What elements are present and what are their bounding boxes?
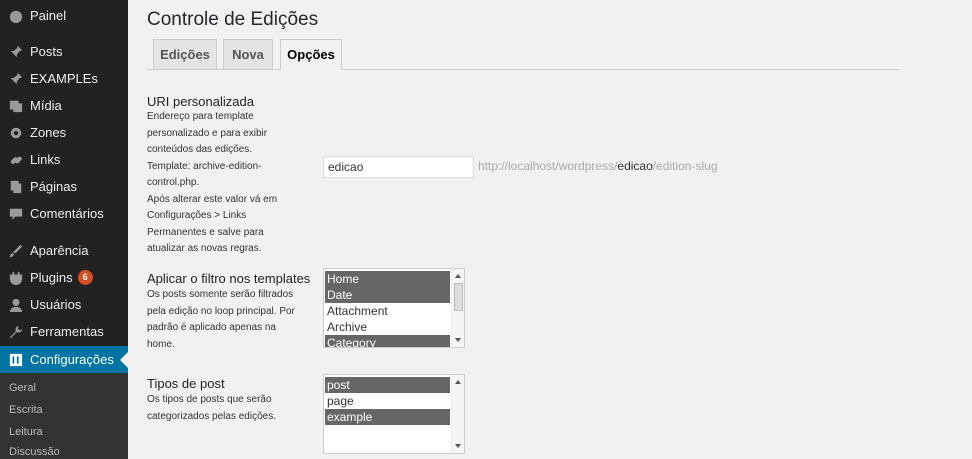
gear-icon [8, 125, 24, 141]
scroll-up-icon[interactable] [455, 274, 461, 278]
scroll-thumb[interactable] [454, 283, 463, 311]
menu-item-ferramentas[interactable]: Ferramentas [0, 318, 128, 345]
uri-preview: http://localhost/wordpress/edicao/editio… [478, 159, 718, 173]
submenu-item-leitura[interactable]: Leitura [9, 426, 43, 438]
pages-icon [8, 179, 24, 195]
scroll-up-icon[interactable] [455, 380, 461, 384]
admin-sidebar: Painel Posts EXAMPLEs Mídia Zones Links … [0, 0, 128, 459]
templates-description: Os posts somente serão filtrados pela ed… [147, 289, 295, 350]
menu-item-posts[interactable]: Posts [0, 38, 128, 65]
uri-label: URI personalizada [147, 94, 254, 109]
option-attachment[interactable]: Attachment [325, 303, 450, 319]
page-title: Controle de Edições [147, 9, 319, 30]
pin-icon [8, 44, 24, 60]
scroll-down-icon[interactable] [455, 338, 461, 342]
tab-nova[interactable]: Nova [223, 39, 273, 70]
menu-item-midia[interactable]: Mídia [0, 92, 128, 119]
option-example[interactable]: example [325, 409, 450, 425]
media-icon [8, 98, 24, 114]
option-category[interactable]: Category [325, 335, 450, 347]
templates-scrollbar[interactable] [451, 269, 464, 347]
submenu-item-escrita[interactable]: Escrita [9, 404, 43, 416]
scroll-down-icon[interactable] [455, 444, 461, 448]
templates-label: Aplicar o filtro nos templates [147, 271, 311, 286]
menu-item-usuarios[interactable]: Usuários [0, 291, 128, 318]
submenu-item-geral[interactable]: Geral [9, 382, 36, 394]
comment-icon [8, 206, 24, 222]
menu-item-paginas[interactable]: Páginas [0, 173, 128, 200]
post-types-scrollbar[interactable] [451, 375, 464, 453]
link-icon [8, 152, 24, 168]
menu-item-plugins[interactable]: Plugins 6 [0, 264, 128, 291]
wrench-icon [8, 324, 24, 340]
menu-item-painel[interactable]: Painel [0, 2, 128, 29]
menu-label: Aparência [30, 243, 89, 258]
menu-label: Painel [30, 8, 67, 23]
settings-submenu: Geral Escrita Leitura Discussão [0, 373, 128, 459]
menu-label: Usuários [30, 297, 82, 312]
dashboard-icon [8, 8, 24, 24]
menu-item-comentarios[interactable]: Comentários [0, 200, 128, 227]
option-page[interactable]: page [325, 393, 450, 409]
brush-icon [8, 243, 24, 259]
user-icon [8, 297, 24, 313]
menu-item-configuracoes[interactable]: Configurações [0, 346, 128, 373]
post-types-label: Tipos de post [147, 376, 225, 391]
tab-edicoes[interactable]: Edições [153, 39, 217, 70]
submenu-item-discussao[interactable]: Discussão [9, 446, 60, 458]
settings-icon [8, 352, 24, 368]
update-count-badge: 6 [77, 270, 93, 285]
menu-item-aparencia[interactable]: Aparência [0, 237, 128, 264]
post-types-description: Os tipos de posts que serão categorizado… [147, 394, 276, 422]
uri-description: Endereço para template personalizado e p… [147, 111, 278, 254]
main-content: Controle de Edições Edições Nova Opções … [128, 0, 972, 459]
option-home[interactable]: Home [325, 271, 450, 287]
menu-label: Ferramentas [30, 324, 104, 339]
option-date[interactable]: Date [325, 287, 450, 303]
menu-item-examples[interactable]: EXAMPLEs [0, 65, 128, 92]
post-types-multiselect[interactable]: post page example [323, 374, 465, 454]
menu-label: Links [30, 152, 61, 167]
plugin-icon [8, 270, 24, 286]
menu-label: EXAMPLEs [30, 71, 98, 86]
option-archive[interactable]: Archive [325, 319, 450, 335]
option-post[interactable]: post [325, 377, 450, 393]
menu-label: Plugins [30, 270, 73, 285]
tab-opcoes[interactable]: Opções [280, 39, 342, 70]
menu-label: Mídia [30, 98, 62, 113]
templates-multiselect[interactable]: Home Date Attachment Archive Category [323, 268, 465, 348]
menu-label: Posts [30, 44, 63, 59]
menu-item-links[interactable]: Links [0, 146, 128, 173]
menu-item-zones[interactable]: Zones [0, 119, 128, 146]
menu-label: Páginas [30, 179, 77, 194]
pin-icon [8, 71, 24, 87]
uri-slug-input[interactable] [323, 156, 474, 178]
menu-label: Comentários [30, 206, 104, 221]
menu-label: Configurações [30, 352, 114, 367]
menu-label: Zones [30, 125, 67, 140]
